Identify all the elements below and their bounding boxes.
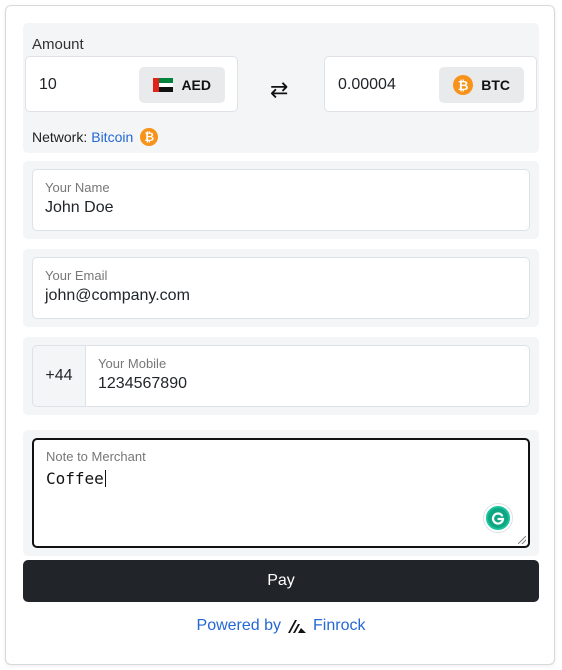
powered-by-label: Powered by [196,617,282,634]
mobile-field-value[interactable]: 1234567890 [98,375,187,393]
name-panel: Your Name John Doe [23,161,539,239]
email-field-label: Your Email [45,268,108,283]
brand-name: Finrock [313,617,366,634]
from-currency-button[interactable]: AED [139,67,225,103]
note-textarea[interactable]: Note to Merchant Coffee [32,438,530,548]
note-panel: Note to Merchant Coffee [23,430,539,556]
country-code-prefix[interactable]: +44 [32,345,86,407]
powered-by-link[interactable]: Powered by Finrock [6,617,556,635]
bitcoin-icon: ₿ [140,128,159,146]
email-field-value[interactable]: john@company.com [45,287,190,305]
bitcoin-icon: ₿ [453,75,474,95]
email-field[interactable]: Your Email john@company.com [32,257,530,319]
mobile-field-label: Your Mobile [98,356,167,371]
finrock-logo-icon [288,620,307,633]
network-link[interactable]: Bitcoin [91,129,133,145]
to-amount-input[interactable]: 0.00004 [338,76,396,94]
name-field-value[interactable]: John Doe [45,199,114,217]
name-field[interactable]: Your Name John Doe [32,169,530,231]
mobile-panel: +44 Your Mobile 1234567890 [23,337,539,415]
network-row: Network: Bitcoin ₿ [32,128,159,146]
to-currency-label: BTC [481,77,510,93]
swap-arrows-icon[interactable]: ⇄ [270,79,288,101]
from-currency-label: AED [181,77,211,93]
network-label: Network: [32,129,88,145]
pay-button[interactable]: Pay [23,560,539,602]
name-field-label: Your Name [45,180,110,195]
grammarly-icon[interactable] [484,504,512,532]
note-field-value[interactable]: Coffee [46,469,106,488]
resize-handle[interactable] [518,536,526,544]
to-currency-button[interactable]: ₿ BTC [439,67,524,103]
payment-card: Amount 10 AED ⇄ 0.00004 ₿ BTC Network: B… [5,5,555,665]
email-panel: Your Email john@company.com [23,249,539,327]
amount-panel: Amount 10 AED ⇄ 0.00004 ₿ BTC Network: B… [23,23,539,153]
from-amount-input[interactable]: 10 [39,76,57,94]
mobile-field[interactable]: Your Mobile 1234567890 [85,345,530,407]
to-amount-box: 0.00004 ₿ BTC [324,56,537,112]
uae-flag-icon [153,78,174,92]
note-field-label: Note to Merchant [46,449,146,464]
amount-label: Amount [32,36,84,53]
from-amount-box: 10 AED [25,56,238,112]
text-caret [104,470,106,487]
